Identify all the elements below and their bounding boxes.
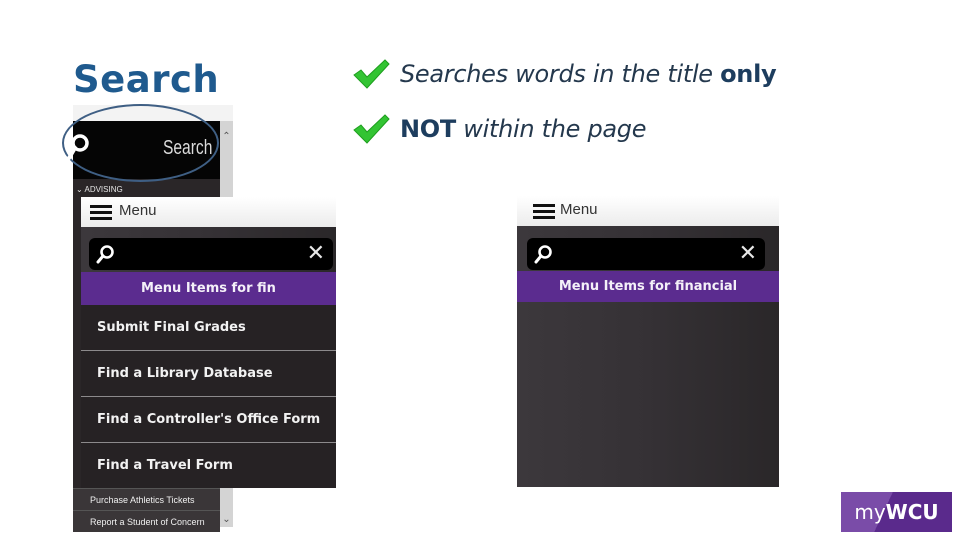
menu-header[interactable]: Menu — [81, 197, 336, 227]
clear-search-icon[interactable]: ✕ — [739, 241, 757, 266]
scroll-up-icon[interactable]: ⌃ — [220, 131, 233, 142]
check-icon — [353, 114, 390, 144]
results-header: Menu Items for financial — [517, 271, 779, 302]
slide-title: Search — [73, 58, 220, 101]
mywcu-logo: myWCU — [841, 492, 952, 532]
menu-search-input[interactable]: ✕ — [89, 238, 333, 270]
results-header: Menu Items for fin — [81, 272, 336, 305]
menu-search-input[interactable]: ✕ — [527, 238, 765, 270]
section-advising[interactable]: ⌄ ADVISING — [76, 185, 123, 194]
menu-panel-full-search: Menu ✕ Menu Items for financial — [517, 196, 779, 487]
logo-brand: WCU — [885, 500, 939, 524]
search-icon — [96, 245, 114, 264]
menu-header[interactable]: Menu — [517, 196, 779, 226]
menu-result-item[interactable]: Submit Final Grades — [81, 305, 336, 351]
bullet-emphasis: NOT — [400, 115, 456, 143]
logo-prefix: my — [854, 500, 886, 524]
search-icon — [67, 134, 89, 160]
list-item[interactable]: Report a Student of Concern — [73, 510, 220, 532]
bullet-title-only: Searches words in the title only — [352, 58, 777, 90]
menu-panel-partial-search: Menu ✕ Menu Items for fin Submit Final G… — [81, 197, 336, 488]
menu-result-item[interactable]: Find a Controller's Office Form — [81, 397, 336, 443]
list-item[interactable]: Purchase Athletics Tickets — [73, 488, 220, 510]
clear-search-icon[interactable]: ✕ — [307, 241, 325, 266]
menu-result-item[interactable]: Find a Library Database — [81, 351, 336, 397]
menu-label: Menu — [560, 201, 598, 218]
check-icon — [353, 59, 390, 89]
bullet-text: within the page — [455, 115, 647, 143]
bullet-text: Searches words in the title — [400, 60, 721, 88]
section-label: ADVISING — [84, 185, 123, 194]
search-icon — [534, 245, 552, 264]
bullet-not-within-page: NOT within the page — [352, 113, 646, 145]
bullet-emphasis: only — [720, 60, 777, 88]
hamburger-icon[interactable] — [90, 205, 112, 221]
menu-result-item[interactable]: Find a Travel Form — [81, 443, 336, 488]
scroll-down-icon[interactable]: ⌄ — [220, 514, 233, 525]
hamburger-icon[interactable] — [533, 204, 555, 220]
menu-label: Menu — [119, 202, 157, 219]
